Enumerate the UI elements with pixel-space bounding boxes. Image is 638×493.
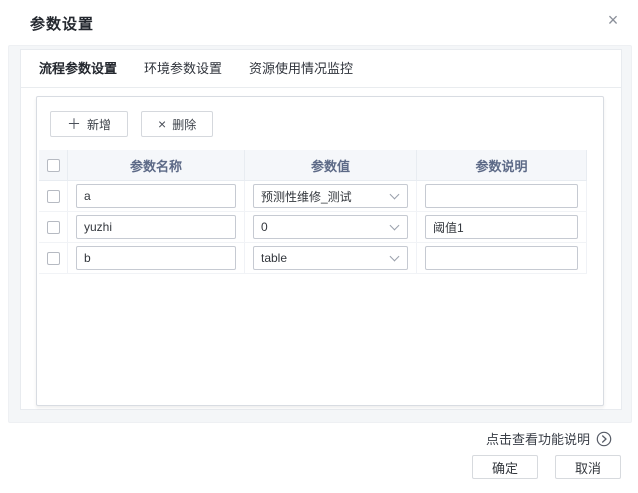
row-checkbox[interactable] — [47, 221, 60, 234]
param-value-select[interactable]: 0 — [253, 215, 408, 239]
select-all-checkbox[interactable] — [47, 159, 60, 172]
delete-button[interactable]: × 删除 — [141, 111, 213, 137]
chevron-down-icon — [390, 252, 400, 262]
params-section: ＋ 新增 × 删除 参数名称 参数值 参数说明 — [36, 96, 604, 406]
x-icon: × — [158, 117, 166, 131]
chevron-down-icon — [390, 221, 400, 231]
param-name-input[interactable] — [76, 184, 236, 208]
table-row: 0 — [39, 212, 587, 243]
param-desc-input[interactable] — [425, 215, 578, 239]
circled-arrow-icon — [596, 431, 612, 447]
chevron-down-icon — [390, 190, 400, 200]
param-value-text: table — [261, 251, 287, 265]
row-checkbox[interactable] — [47, 252, 60, 265]
row-checkbox[interactable] — [47, 190, 60, 203]
col-header-param-desc: 参数说明 — [417, 150, 587, 180]
param-value-select[interactable]: table — [253, 246, 408, 270]
tab-process-params[interactable]: 流程参数设置 — [29, 50, 127, 87]
param-value-select[interactable]: 预测性维修_测试 — [253, 184, 408, 208]
table-body: 预测性维修_测试 0 table — [39, 181, 587, 274]
table-toolbar: ＋ 新增 × 删除 — [37, 97, 603, 137]
col-header-param-name: 参数名称 — [68, 150, 245, 180]
col-header-param-value: 参数值 — [245, 150, 417, 180]
params-table: 参数名称 参数值 参数说明 预测性维修_测试 0 — [39, 150, 587, 274]
param-name-input[interactable] — [76, 246, 236, 270]
table-row: table — [39, 243, 587, 274]
param-value-text: 预测性维修_测试 — [261, 188, 352, 205]
param-desc-input[interactable] — [425, 184, 578, 208]
table-row: 预测性维修_测试 — [39, 181, 587, 212]
param-value-text: 0 — [261, 220, 268, 234]
ok-button[interactable]: 确定 — [472, 455, 538, 479]
tab-env-params[interactable]: 环境参数设置 — [134, 50, 232, 87]
tab-resource-monitor[interactable]: 资源使用情况监控 — [239, 50, 363, 87]
add-button-label: 新增 — [87, 116, 111, 133]
help-link-label: 点击查看功能说明 — [486, 429, 590, 448]
tab-bar: 流程参数设置 环境参数设置 资源使用情况监控 — [21, 50, 621, 88]
add-button[interactable]: ＋ 新增 — [50, 111, 128, 137]
tab-card: 流程参数设置 环境参数设置 资源使用情况监控 ＋ 新增 × 删除 参数名称 参 — [20, 49, 622, 410]
dialog-title: 参数设置 — [30, 13, 94, 34]
help-link[interactable]: 点击查看功能说明 — [486, 429, 612, 448]
dialog-body-panel: 流程参数设置 环境参数设置 资源使用情况监控 ＋ 新增 × 删除 参数名称 参 — [8, 45, 632, 423]
param-desc-input[interactable] — [425, 246, 578, 270]
close-icon[interactable]: × — [603, 10, 623, 30]
cancel-button[interactable]: 取消 — [555, 455, 621, 479]
param-name-input[interactable] — [76, 215, 236, 239]
plus-icon: ＋ — [67, 117, 81, 131]
table-header-row: 参数名称 参数值 参数说明 — [39, 150, 587, 181]
delete-button-label: 删除 — [172, 116, 196, 133]
